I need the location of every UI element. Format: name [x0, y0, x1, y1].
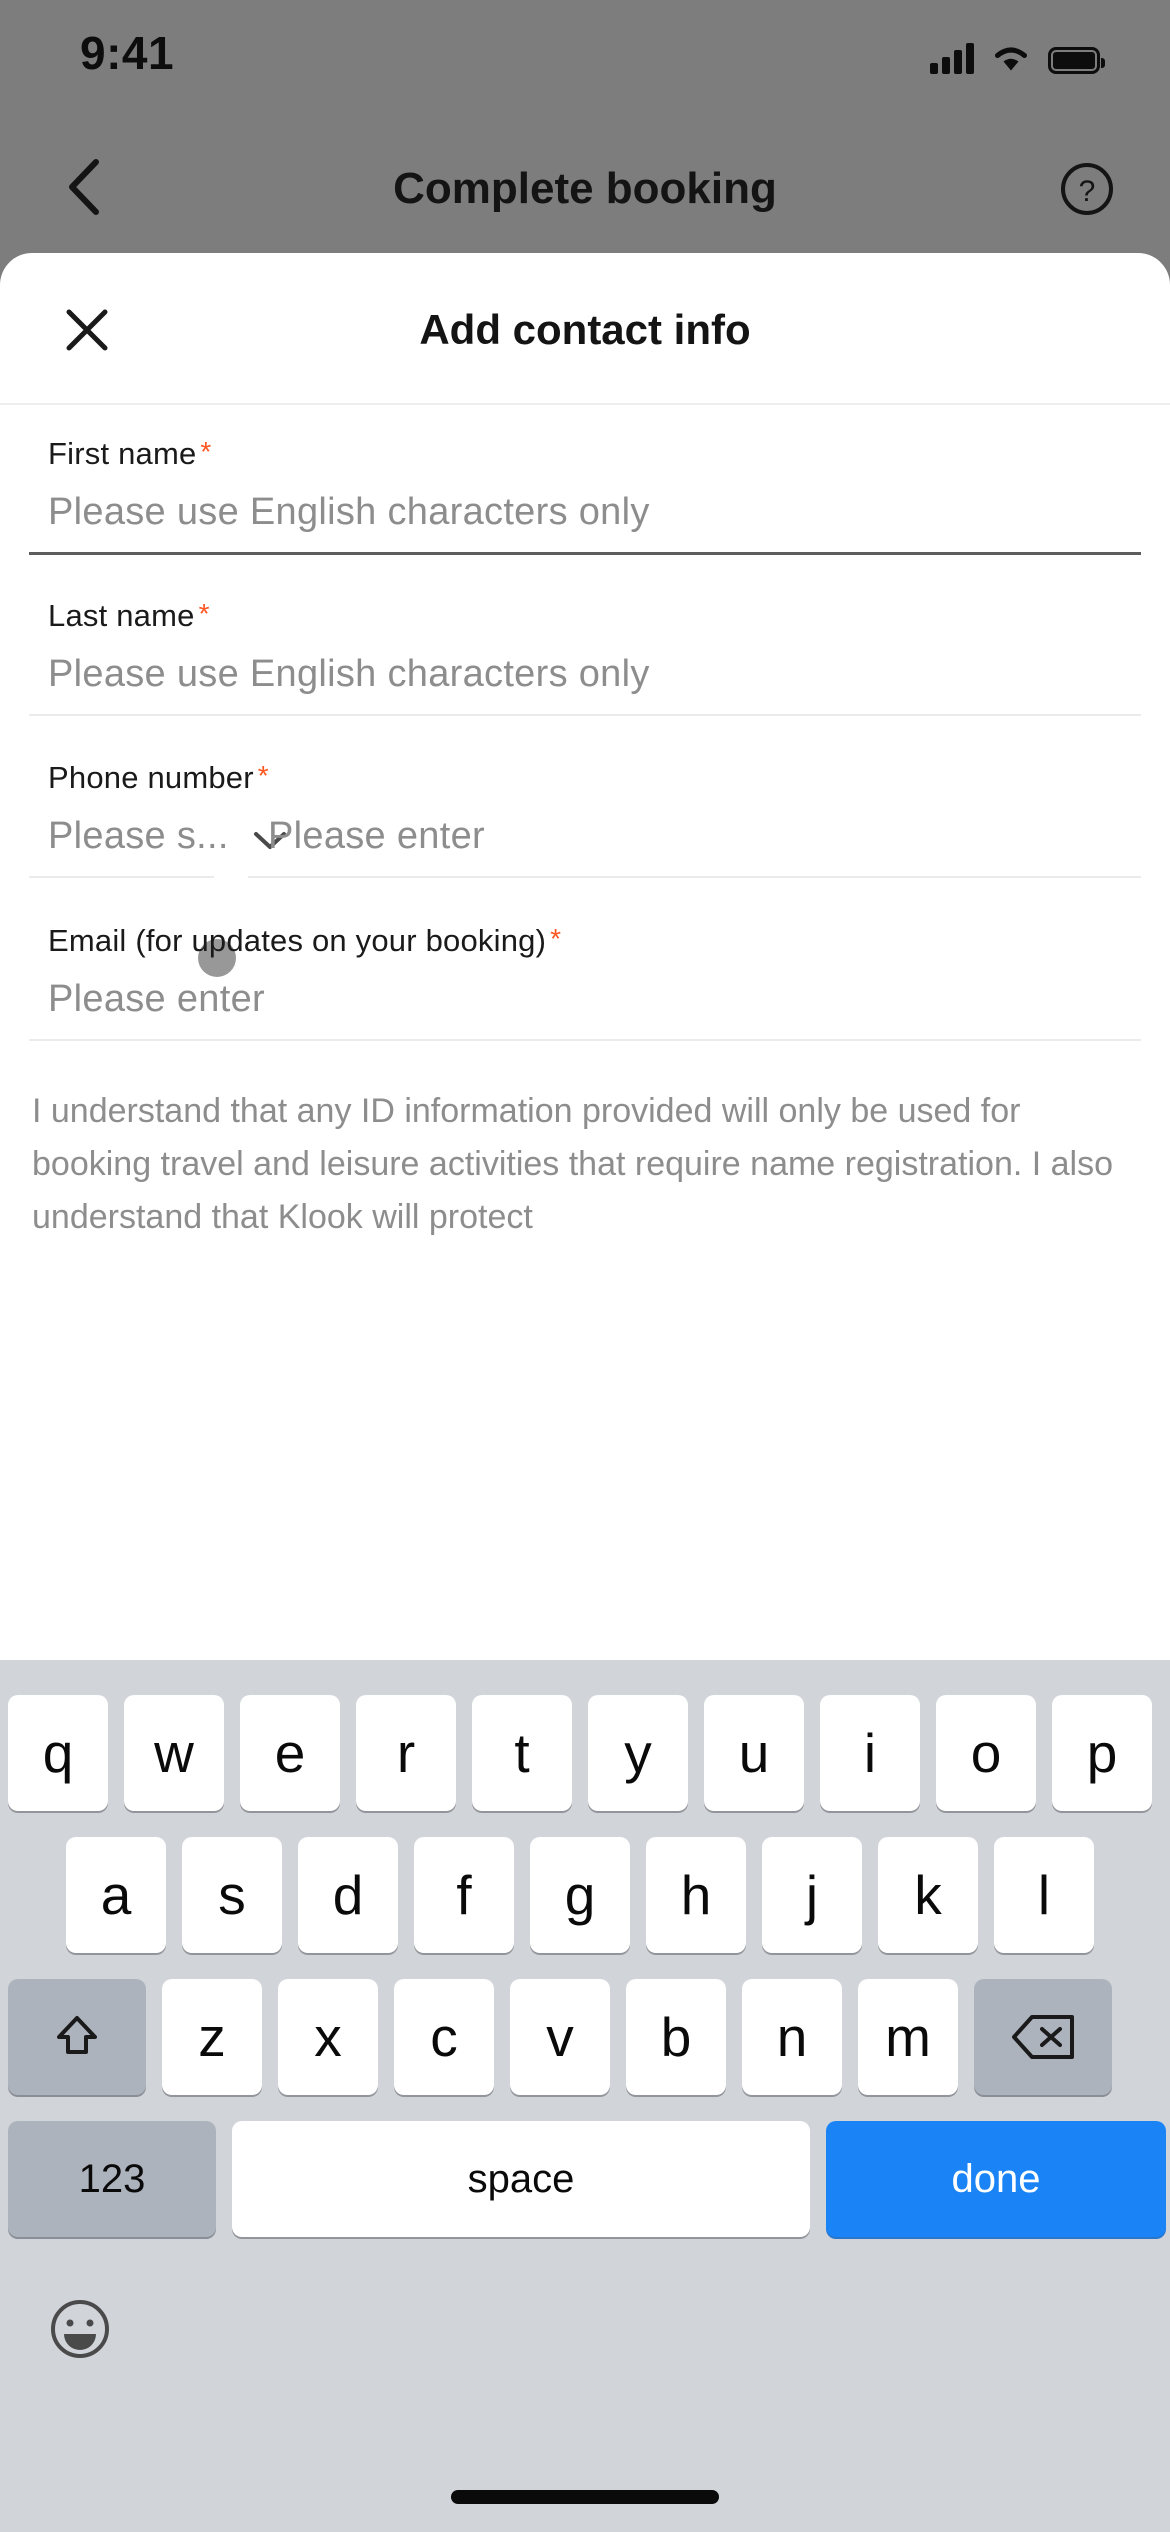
key-s[interactable]: s: [182, 1837, 282, 1953]
country-code-select[interactable]: Please s...: [48, 815, 238, 858]
home-bar: [451, 2490, 719, 2504]
status-bar-time: 9:41: [80, 27, 175, 79]
keyboard-row-2: asdfghjkl: [66, 1837, 1094, 1953]
key-v[interactable]: v: [510, 1979, 610, 2095]
key-p[interactable]: p: [1052, 1695, 1152, 1811]
key-a[interactable]: a: [66, 1837, 166, 1953]
key-e[interactable]: e: [240, 1695, 340, 1811]
key-x[interactable]: x: [278, 1979, 378, 2095]
key-j[interactable]: j: [762, 1837, 862, 1953]
key-t[interactable]: t: [472, 1695, 572, 1811]
backspace-delete-icon: [1012, 2015, 1074, 2059]
contact-form: First name * Please use English character…: [0, 405, 1170, 1660]
last-name-label: Last name *: [48, 598, 210, 633]
key-r[interactable]: r: [356, 1695, 456, 1811]
emoji-smiley-icon[interactable]: [49, 2298, 111, 2360]
done-key[interactable]: done: [826, 2121, 1166, 2237]
first-name-label: First name *: [48, 436, 212, 471]
key-y[interactable]: y: [588, 1695, 688, 1811]
required-asterisk: *: [198, 598, 210, 629]
question-mark-circle-icon[interactable]: ?: [1060, 162, 1114, 216]
phone-number-underline: [248, 876, 1141, 878]
shift-arrow-up-icon: [57, 2016, 97, 2054]
add-contact-info-sheet: Add contact info First name * Please use …: [0, 253, 1170, 1660]
phone-number-input[interactable]: Please enter: [268, 815, 485, 858]
sheet-title: Add contact info: [419, 306, 751, 353]
key-z[interactable]: z: [162, 1979, 262, 2095]
key-k[interactable]: k: [878, 1837, 978, 1953]
phone-screen: 9:41 Complete booking ? Add contact info…: [0, 0, 1170, 2532]
key-b[interactable]: b: [626, 1979, 726, 2095]
key-u[interactable]: u: [704, 1695, 804, 1811]
numbers-key[interactable]: 123: [8, 2121, 216, 2237]
key-o[interactable]: o: [936, 1695, 1036, 1811]
last-name-input[interactable]: Please use English characters only: [48, 653, 650, 696]
status-bar-icons: [930, 34, 1105, 74]
first-name-input[interactable]: Please use English characters only: [48, 491, 650, 534]
key-f[interactable]: f: [414, 1837, 514, 1953]
key-i[interactable]: i: [820, 1695, 920, 1811]
sheet-header: Add contact info: [0, 253, 1170, 405]
key-w[interactable]: w: [124, 1695, 224, 1811]
email-label: Email (for updates on your booking) *: [48, 923, 562, 958]
key-n[interactable]: n: [742, 1979, 842, 2095]
app-nav-bar: Complete booking ?: [0, 120, 1170, 255]
backspace-key[interactable]: [974, 1979, 1112, 2095]
keyboard-row-3: z x c v b n m: [8, 1979, 1112, 2095]
wifi-icon: [995, 47, 1027, 71]
key-c[interactable]: c: [394, 1979, 494, 2095]
last-name-underline: [29, 714, 1141, 716]
keyboard-row-4: 123 space done: [8, 2121, 1166, 2237]
required-asterisk: *: [200, 436, 212, 467]
key-g[interactable]: g: [530, 1837, 630, 1953]
status-bar: 9:41: [0, 0, 1170, 120]
id-info-disclaimer: I understand that any ID information pro…: [32, 1092, 1114, 1236]
key-m[interactable]: m: [858, 1979, 958, 2095]
signal-bars-icon: [930, 42, 974, 74]
shift-key[interactable]: [8, 1979, 146, 2095]
key-h[interactable]: h: [646, 1837, 746, 1953]
space-key[interactable]: space: [232, 2121, 810, 2237]
required-asterisk: *: [257, 760, 269, 791]
phone-number-label: Phone number *: [48, 760, 269, 795]
keyboard-row-1: qwertyuiop: [8, 1695, 1152, 1811]
email-underline: [29, 1039, 1141, 1041]
required-asterisk: *: [550, 923, 562, 954]
email-input[interactable]: Please enter: [48, 978, 265, 1021]
page-title: Complete booking: [393, 164, 777, 213]
first-name-underline: [29, 552, 1141, 555]
key-d[interactable]: d: [298, 1837, 398, 1953]
key-q[interactable]: q: [8, 1695, 108, 1811]
key-l[interactable]: l: [994, 1837, 1094, 1953]
country-code-underline: [29, 876, 214, 878]
on-screen-keyboard: qwertyuiop asdfghjkl z x c v b n m 123 s…: [0, 1660, 1170, 2532]
battery-full-icon: [1048, 47, 1105, 74]
svg-text:?: ?: [1079, 175, 1096, 208]
